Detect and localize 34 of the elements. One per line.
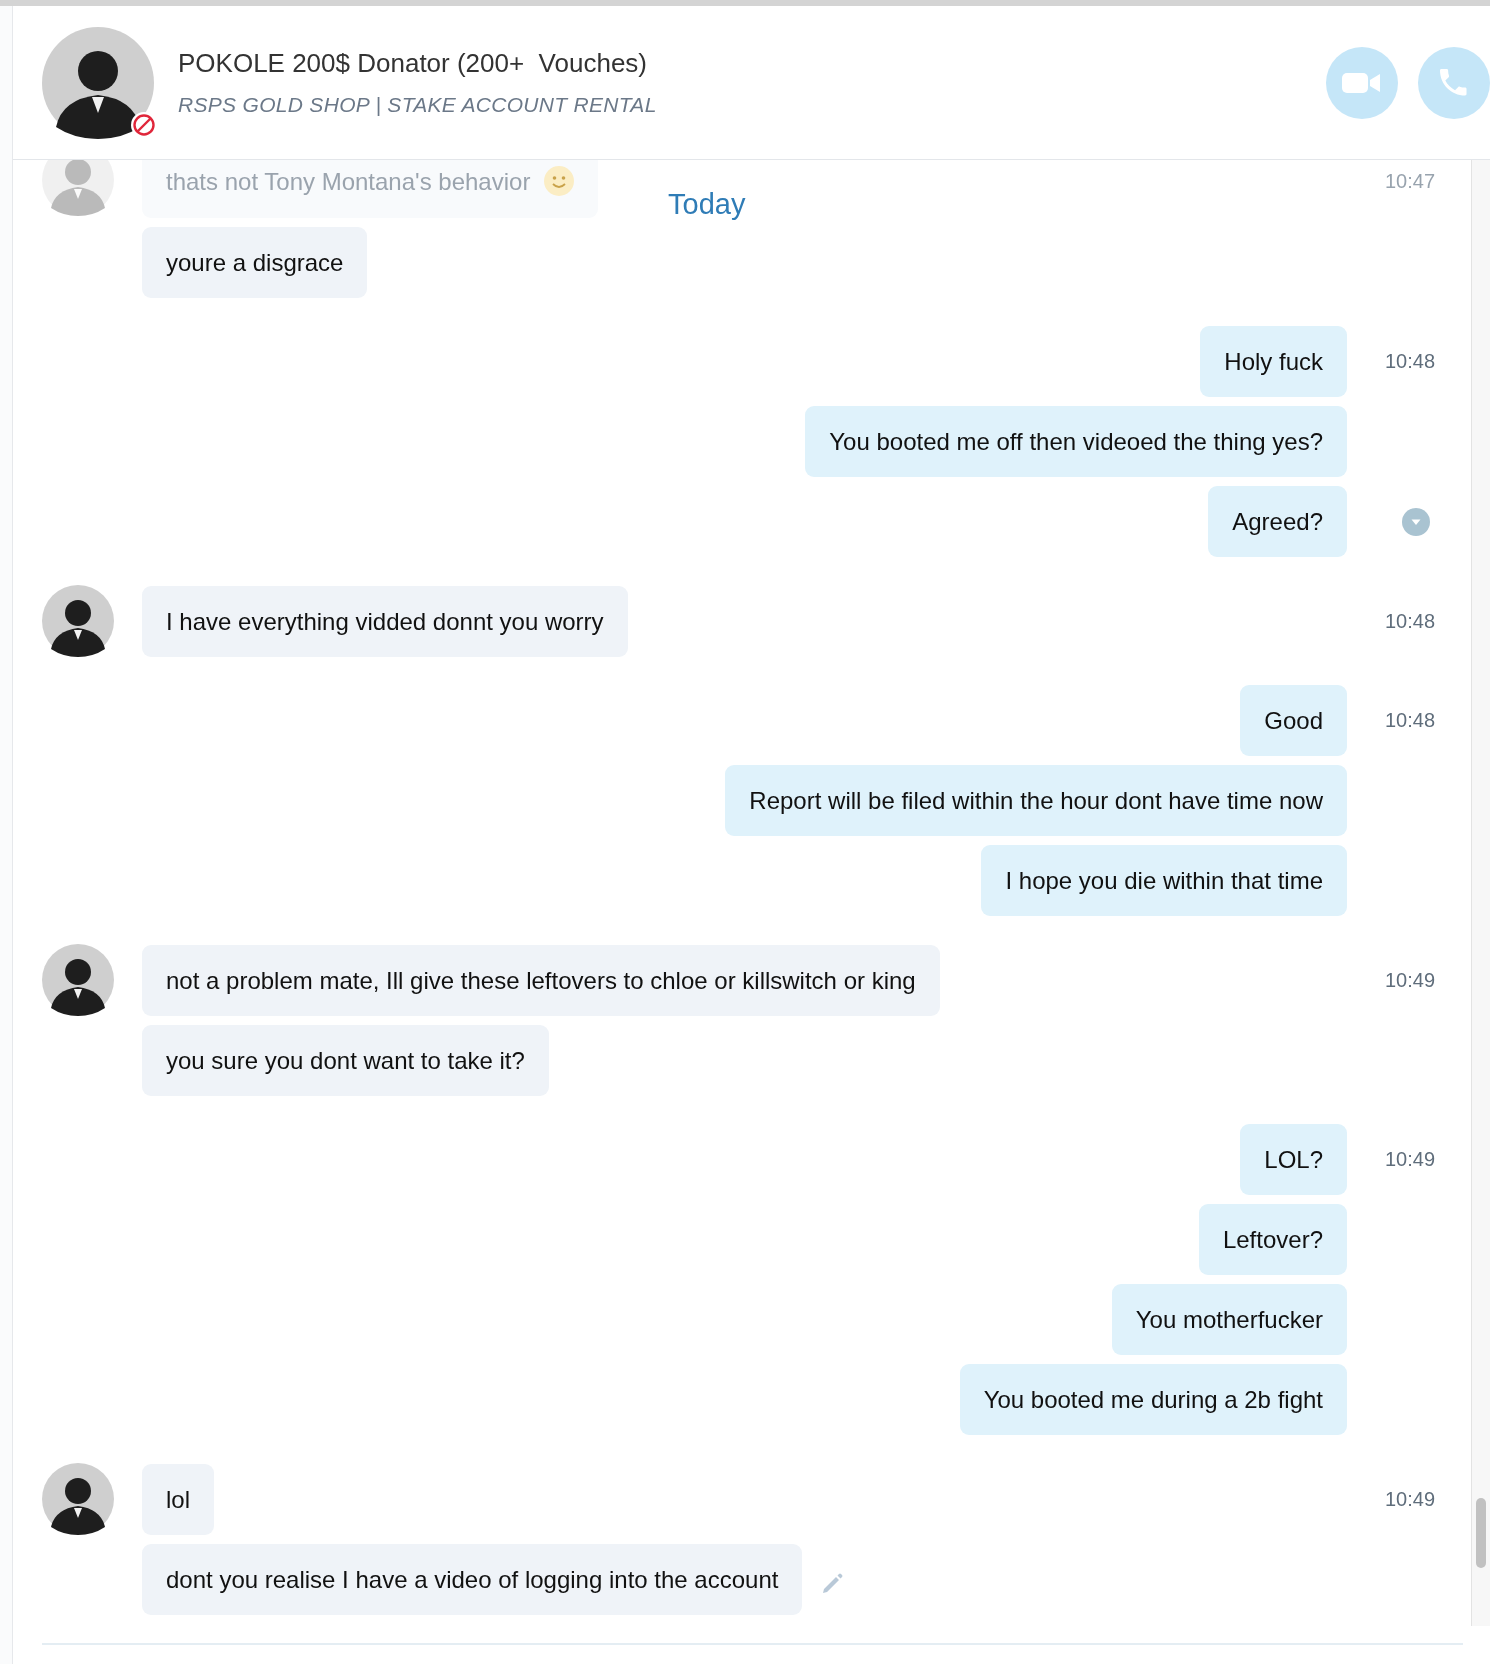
message-bubble[interactable]: You booted me off then videoed the thing yes? — [805, 406, 1347, 477]
phone-icon — [1440, 68, 1468, 97]
message-bubble[interactable]: Report will be filed within the hour dont have time now — [725, 765, 1347, 836]
message-bubble[interactable]: LOL? — [1240, 1124, 1347, 1195]
message-time: 10:47 — [1385, 169, 1436, 193]
contact-mood: RSPS GOLD SHOP | STAKE ACCOUNT RENTAL — [178, 93, 658, 117]
contact-name: POKOLE 200$ Donator (200+ Vouches) — [178, 48, 648, 79]
avatar[interactable] — [42, 585, 114, 657]
message-bubble[interactable]: Good — [1240, 685, 1347, 756]
message-bubble[interactable]: Holy fuck — [1200, 326, 1347, 397]
video-camera-icon — [1342, 70, 1382, 95]
message-bubble[interactable]: I have everything vidded donnt you worry — [142, 585, 628, 657]
message-time: 10:49 — [1385, 1148, 1436, 1171]
message-bubble[interactable]: Agreed? — [1208, 486, 1347, 557]
scrollbar-thumb[interactable] — [1476, 1498, 1486, 1568]
message-bubble[interactable]: Leftover? — [1198, 1204, 1347, 1275]
message-bubble[interactable]: dont you realise I have a video of logging into the account — [142, 1544, 803, 1615]
avatar[interactable] — [42, 1463, 114, 1535]
message-bubble[interactable]: You motherfucker — [1111, 1284, 1347, 1355]
message-time: 10:49 — [1385, 1487, 1436, 1511]
message-time: 10:48 — [1385, 350, 1436, 373]
message-bubble[interactable]: not a problem mate, Ill give these leftovers to chloe or killswitch or king — [142, 944, 940, 1016]
message-bubble[interactable]: you sure you dont want to take it? — [142, 1025, 549, 1096]
dropdown-icon[interactable] — [1402, 507, 1430, 536]
date-divider: Today — [668, 188, 746, 221]
message-bubble[interactable]: lol — [142, 1463, 214, 1535]
message-bubble[interactable]: youre a disgrace — [142, 227, 368, 298]
message-time: 10:49 — [1385, 968, 1436, 992]
message-bubble[interactable]: I hope you die within that time — [981, 845, 1347, 916]
message-bubble[interactable]: You booted me during a 2b fight — [959, 1364, 1347, 1435]
avatar[interactable] — [42, 944, 114, 1016]
avatar[interactable] — [42, 26, 154, 139]
message-time: 10:48 — [1385, 709, 1436, 732]
message-time: 10:48 — [1385, 609, 1436, 633]
